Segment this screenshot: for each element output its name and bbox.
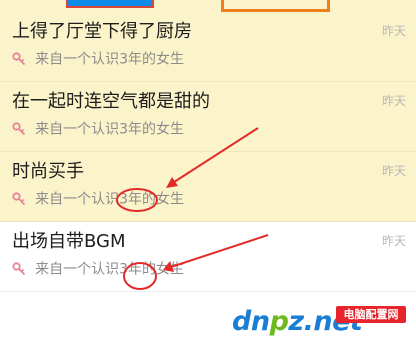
message-item[interactable]: 出场自带BGM 来自一个认识3年的女生 昨天: [0, 222, 416, 292]
message-subtitle-row: 来自一个认识3年的女生: [12, 120, 184, 138]
key-icon: [12, 52, 26, 66]
message-title: 时尚买手: [12, 161, 84, 182]
message-title: 上得了厅堂下得了厨房: [12, 21, 192, 42]
message-subtitle: 来自一个认识3年的女生: [35, 51, 185, 68]
message-item[interactable]: 在一起时连空气都是甜的 来自一个认识3年的女生 昨天: [0, 82, 416, 152]
screenshot-stage: 上得了厅堂下得了厨房 来自一个认识3年的女生 昨天 在一起时连空气都是甜的 来自…: [0, 0, 416, 348]
top-strip: [0, 0, 416, 12]
message-time: 昨天: [381, 164, 406, 178]
message-title: 在一起时连空气都是甜的: [12, 91, 210, 112]
message-subtitle-row: 来自一个认识3年的女生: [12, 50, 184, 68]
watermark-badge: 电脑配置网: [336, 306, 406, 323]
message-time: 昨天: [381, 234, 406, 248]
tab-left-highlight[interactable]: [66, 0, 154, 8]
message-subtitle: 来自一个认识3年的女生: [35, 261, 185, 278]
message-subtitle: 来自一个认识3年的女生: [35, 121, 185, 138]
message-subtitle-row: 来自一个认识3年的女生: [12, 260, 184, 278]
key-icon: [12, 192, 26, 206]
site-watermark: dnpz.net 电脑配置网: [232, 304, 408, 344]
message-item[interactable]: 上得了厅堂下得了厨房 来自一个认识3年的女生 昨天: [0, 12, 416, 82]
tab-right-highlight[interactable]: [221, 0, 330, 12]
key-icon: [12, 262, 26, 276]
message-title: 出场自带BGM: [12, 231, 126, 252]
message-time: 昨天: [381, 24, 406, 38]
key-icon: [12, 122, 26, 136]
message-time: 昨天: [381, 94, 406, 108]
message-item[interactable]: 时尚买手 来自一个认识3年的女生 昨天: [0, 152, 416, 222]
message-subtitle: 来自一个认识3年的女生: [35, 191, 185, 208]
message-list: 上得了厅堂下得了厨房 来自一个认识3年的女生 昨天 在一起时连空气都是甜的 来自…: [0, 12, 416, 292]
message-subtitle-row: 来自一个认识3年的女生: [12, 190, 184, 208]
